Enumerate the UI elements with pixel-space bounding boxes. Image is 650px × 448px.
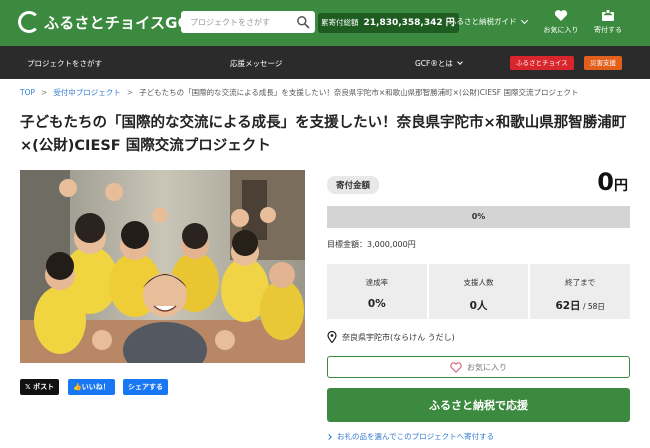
stat-supporters: 支援人数 0人 xyxy=(428,264,529,319)
search-input[interactable] xyxy=(181,11,293,33)
breadcrumb-top[interactable]: TOP xyxy=(20,88,35,97)
stat-value: 0% xyxy=(327,298,427,310)
site-logo[interactable]: ふるさとチョイスGCF xyxy=(18,11,199,33)
breadcrumb: TOP > 受付中プロジェクト > 子どもたちの「国際的な交流による成長」を支援したい！… xyxy=(20,87,578,98)
gift-donate-link[interactable]: お礼の品を選んでこのプロジェクトへ寄付する xyxy=(326,431,495,442)
x-post-label: ポスト xyxy=(33,383,55,391)
stat-value: 0人 xyxy=(429,298,529,313)
x-post-button[interactable]: 𝕏 ポスト xyxy=(20,379,60,395)
heart-outline-icon xyxy=(450,361,462,373)
progress-bar-label: 0% xyxy=(471,212,486,221)
nav-item-label: 応援メッセージ xyxy=(230,59,283,68)
furusato-guide-label: ふるさと納税ガイド xyxy=(449,17,517,26)
project-photo xyxy=(20,170,305,363)
stat-value-sub: / 58日 xyxy=(580,302,605,311)
x-logo-icon: 𝕏 xyxy=(25,383,34,391)
nav-item-about-gcf[interactable]: GCF®とは xyxy=(415,58,463,69)
total-donations-badge: 累寄付総額 21,830,358,342 円 xyxy=(318,13,459,33)
breadcrumb-current: 子どもたちの「国際的な交流による成長」を支援したい！奈良県宇陀市×和歌山県那智勝… xyxy=(139,88,579,97)
furusato-guide-menu[interactable]: ふるさと納税ガイド xyxy=(449,16,528,27)
stat-value-main: 62日 xyxy=(555,300,581,312)
donation-amount: 0円 xyxy=(597,168,628,196)
furusato-choice-tag[interactable]: ふるさとチョイス xyxy=(510,56,574,70)
chevron-right-icon xyxy=(326,433,332,440)
main-nav: プロジェクトをさがす 応援メッセージ GCF®とは ふるさとチョイス 災害支援 xyxy=(0,46,650,79)
total-donations-value: 21,830,358,342 円 xyxy=(361,13,459,33)
stat-label: 支援人数 xyxy=(463,278,494,287)
page-title: 子どもたちの「国際的な交流による成長」を支援したい！奈良県宇陀市×和歌山県那智勝… xyxy=(20,115,627,154)
logo-text: ふるさとチョイスGCF xyxy=(44,13,200,32)
heart-icon xyxy=(554,10,568,21)
breadcrumb-separator: > xyxy=(41,88,48,97)
stat-label: 達成率 xyxy=(365,278,389,287)
nav-item-label: GCF®とは xyxy=(415,59,453,68)
amount-label-badge: 寄付金額 xyxy=(327,176,380,194)
favorites-button[interactable]: お気に入り xyxy=(541,9,581,35)
donation-amount-unit: 円 xyxy=(614,178,628,194)
goal-amount: 目標金額：3,000,000円 xyxy=(327,240,416,249)
add-favorite-label: お気に入り xyxy=(467,362,507,372)
stat-value-main: 0人 xyxy=(469,300,488,312)
donation-amount-value: 0 xyxy=(597,168,614,196)
progress-bar: 0% xyxy=(327,206,630,228)
site-header: ふるさとチョイスGCF 累寄付総額 21,830,358,342 円 ふるさと納… xyxy=(0,0,650,46)
stat-value-main: 0% xyxy=(367,298,386,310)
facebook-like-label: いいね！ xyxy=(81,383,110,391)
search-icon[interactable] xyxy=(296,15,310,29)
map-pin-icon xyxy=(327,331,337,343)
donate-button[interactable]: ふるさと納税で応援 xyxy=(327,388,630,422)
search-box xyxy=(181,11,315,33)
favorites-label: お気に入り xyxy=(543,26,579,34)
nav-item-messages[interactable]: 応援メッセージ xyxy=(230,58,282,69)
add-favorite-button[interactable]: お気に入り xyxy=(327,356,630,378)
project-location-text: 奈良県宇陀市(ならけん うだし) xyxy=(342,332,455,342)
disaster-support-tag[interactable]: 災害支援 xyxy=(584,56,622,70)
thumbs-up-icon: 👍 xyxy=(73,383,82,391)
total-donations-label: 累寄付総額 xyxy=(318,13,362,33)
donations-label: 寄付する xyxy=(594,26,622,34)
nav-item-search-projects[interactable]: プロジェクトをさがす xyxy=(27,58,102,69)
stat-value: 62日 / 58日 xyxy=(530,298,630,313)
facebook-like-button[interactable]: 👍いいね！ xyxy=(68,379,115,395)
stats-panel: 達成率 0% 支援人数 0人 終了まで 62日 / 58日 xyxy=(327,264,631,319)
donations-button[interactable]: 寄付する xyxy=(588,9,628,35)
gift-donate-label: お礼の品を選んでこのプロジェクトへ寄付する xyxy=(337,432,495,441)
stat-days-remaining: 終了まで 62日 / 58日 xyxy=(530,264,631,319)
breadcrumb-separator: > xyxy=(126,88,134,97)
donation-box-icon xyxy=(602,9,614,21)
stat-label: 終了まで xyxy=(565,278,596,287)
children-group-photo xyxy=(20,170,305,363)
chevron-down-icon xyxy=(457,59,463,65)
facebook-share-label: シェアする xyxy=(128,383,163,391)
chevron-down-icon xyxy=(520,16,528,24)
project-location: 奈良県宇陀市(ならけん うだし) xyxy=(327,331,455,343)
logo-mark-icon xyxy=(18,11,40,33)
facebook-share-button[interactable]: シェアする xyxy=(123,379,168,395)
breadcrumb-category[interactable]: 受付中プロジェクト xyxy=(53,88,121,97)
nav-item-label: プロジェクトをさがす xyxy=(27,59,102,68)
stat-achievement-rate: 達成率 0% xyxy=(327,264,427,319)
